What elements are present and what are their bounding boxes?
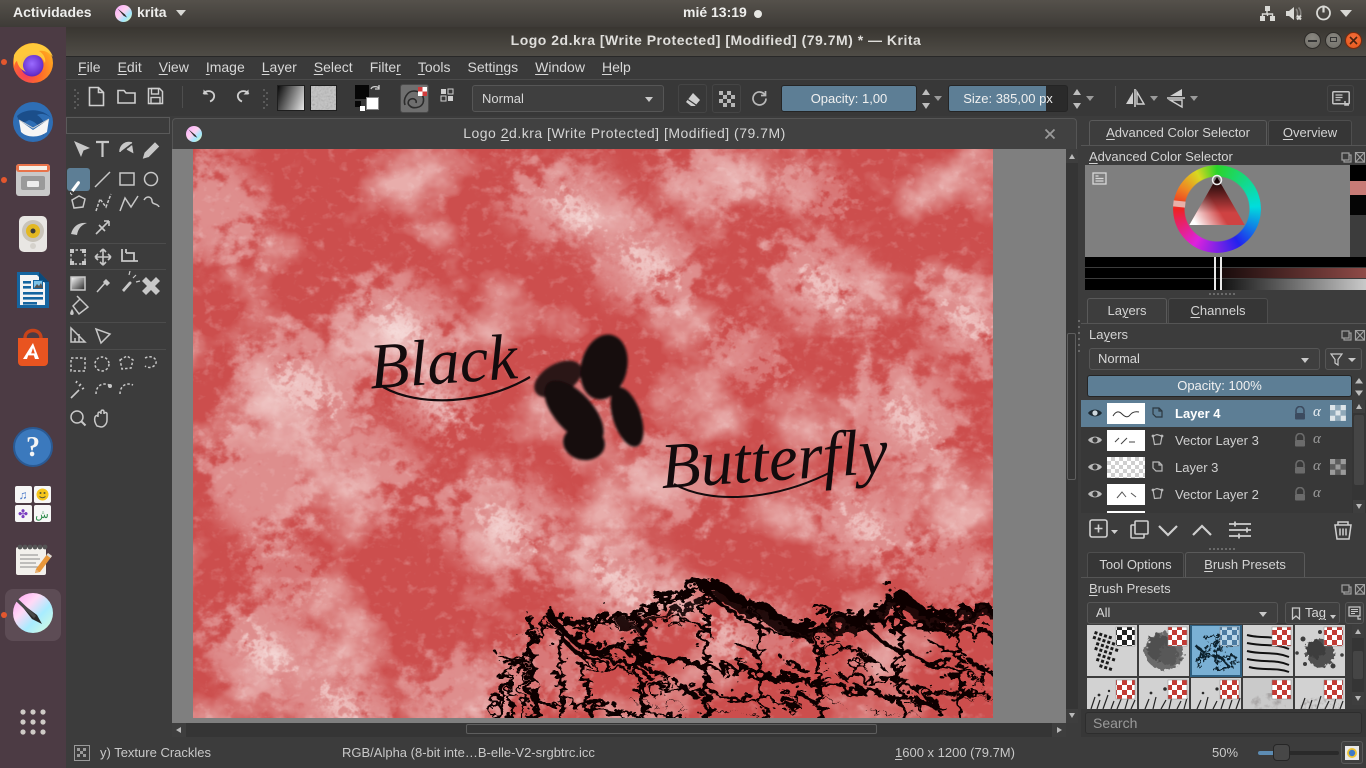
svg-text:?: ? [26,432,40,463]
svg-text:ش: ش [35,509,48,521]
svg-text:✤: ✤ [18,507,28,521]
svg-text:♫: ♫ [19,488,28,502]
